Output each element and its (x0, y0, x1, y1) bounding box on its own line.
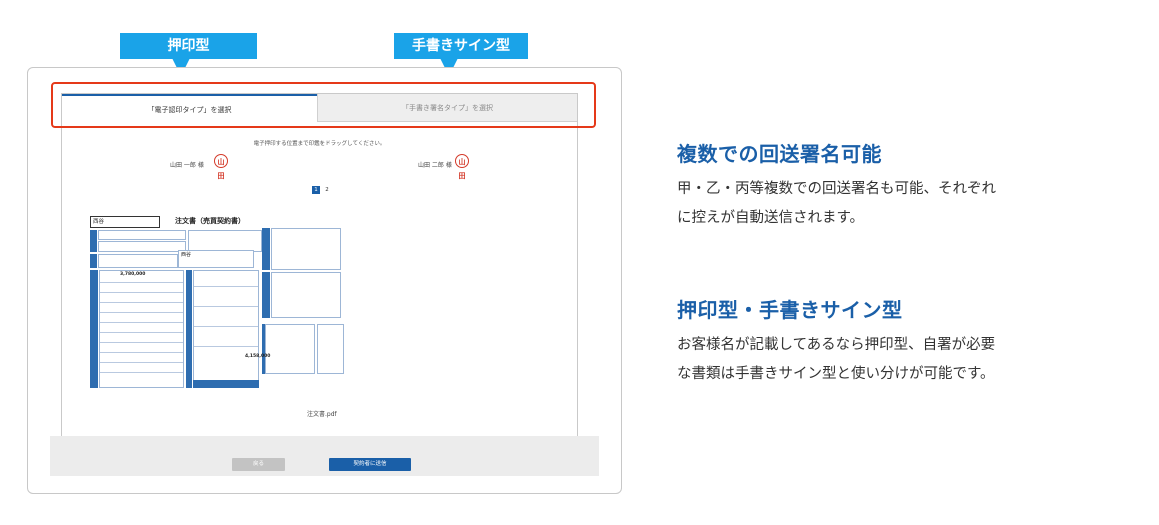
preview-cell (98, 241, 186, 252)
feature-multi-signature: 複数での回送署名可能 甲・乙・丙等複数での回送署名も可能、それぞれ に控えが自動送… (677, 138, 996, 233)
preview-cell (188, 230, 262, 252)
feature-title: 押印型・手書きサイン型 (677, 298, 903, 322)
preview-block (262, 272, 270, 318)
preview-line (100, 342, 183, 343)
feature-description: お客様名が記載してあるなら押印型、自署が必要 な書類は手書きサイン型と使い分けが可… (677, 337, 996, 382)
back-button[interactable]: 戻る (232, 458, 285, 471)
preview-title: 注文書（売買契約書） (175, 217, 245, 225)
preview-block (90, 254, 97, 268)
page-button[interactable]: 1 (312, 186, 320, 194)
feature-description: 甲・乙・丙等複数での回送署名も可能、それぞれ に控えが自動送信されます。 (677, 181, 996, 226)
preview-cell (317, 324, 344, 374)
preview-line (100, 372, 183, 373)
send-to-contractor-button[interactable]: 契約者に送信 (329, 458, 411, 471)
tab-highlight-frame (51, 82, 596, 128)
preview-cell (98, 230, 186, 240)
preview-amount: 3,780,000 (120, 272, 146, 277)
preview-cell (265, 324, 315, 374)
handwritten-type-callout: 手書きサイン型 (394, 33, 528, 76)
stamp-type-callout: 押印型 (120, 33, 257, 76)
preview-line (100, 282, 183, 283)
preview-block (193, 380, 259, 388)
preview-cell (98, 254, 178, 268)
preview-line (100, 322, 183, 323)
signer-name: 山田 二郎 様 (418, 162, 452, 169)
preview-line (100, 352, 183, 353)
document-preview: 西谷 注文書（売買契約書） 西谷 3,780,000 4,158,000 (90, 216, 344, 388)
drag-instruction: 電子押印する位置まで印鑑をドラッグしてください。 (253, 141, 386, 147)
preview-line (194, 346, 258, 347)
contract-app-window: 「電子認印タイプ」を選択 「手書き署名タイプ」を選択 電子押印する位置まで印鑑を… (27, 67, 622, 494)
preview-cell (271, 272, 341, 318)
preview-line (100, 292, 183, 293)
preview-line (194, 326, 258, 327)
preview-line (194, 286, 258, 287)
preview-line (194, 306, 258, 307)
action-footer: 戻る 契約者に送信 (50, 436, 599, 476)
feature-signature-types: 押印型・手書きサイン型 お客様名が記載してあるなら押印型、自署が必要 な書類は手書… (677, 294, 995, 389)
preview-cell (99, 270, 184, 388)
preview-cell (271, 228, 341, 270)
preview-block (186, 270, 192, 388)
preview-cell (193, 270, 259, 388)
page-button[interactable]: 2 (323, 186, 331, 194)
page-selector: 12 (312, 186, 334, 194)
preview-line (100, 332, 183, 333)
preview-line (100, 312, 183, 313)
preview-company: 西谷 (90, 216, 160, 228)
preview-line (100, 302, 183, 303)
feature-title: 複数での回送署名可能 (677, 142, 882, 166)
document-panel: 「電子認印タイプ」を選択 「手書き署名タイプ」を選択 電子押印する位置まで印鑑を… (61, 93, 578, 453)
preview-name: 西谷 (178, 250, 254, 268)
preview-block (90, 230, 97, 252)
preview-block (90, 270, 98, 388)
seal-stamp-icon[interactable]: 山田 (455, 154, 469, 180)
seal-stamp-icon[interactable]: 山田 (214, 154, 228, 180)
preview-block (262, 228, 270, 270)
preview-block (262, 324, 265, 374)
preview-line (100, 362, 183, 363)
preview-amount: 4,158,000 (245, 354, 271, 359)
signer-name: 山田 一郎 様 (170, 162, 204, 169)
document-filename: 注文書.pdf (307, 411, 337, 418)
